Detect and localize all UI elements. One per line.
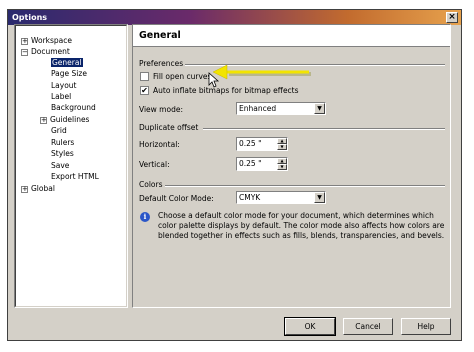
collapse-icon[interactable]: − xyxy=(21,48,28,56)
color-mode-select[interactable]: CMYK ▼ xyxy=(236,191,326,204)
duplicate-offset-heading: Duplicate offset xyxy=(139,123,199,132)
ok-button[interactable]: OK xyxy=(284,317,336,336)
preferences-heading: Preferences xyxy=(139,59,184,68)
view-mode-select[interactable]: Enhanced ▼ xyxy=(236,102,326,115)
spin-down-icon[interactable]: ▼ xyxy=(277,144,287,150)
view-mode-label: View mode: xyxy=(139,105,183,114)
tree-item-page-size[interactable]: Page Size xyxy=(51,68,87,79)
section-divider xyxy=(203,128,445,130)
vertical-label: Vertical: xyxy=(139,160,170,169)
tree-item-styles[interactable]: Styles xyxy=(51,148,74,159)
tree-item-layout[interactable]: Layout xyxy=(51,80,77,91)
colors-heading: Colors xyxy=(139,180,163,189)
tree-item-label[interactable]: Label xyxy=(51,91,71,102)
category-tree[interactable]: + Workspace − Document General Page Size L… xyxy=(14,24,128,308)
info-text: Choose a default color mode for your doc… xyxy=(158,211,445,240)
mouse-pointer-icon xyxy=(208,72,220,88)
horizontal-label: Horizontal: xyxy=(139,140,180,149)
vertical-spinbox[interactable]: 0.25 " ▲ ▼ xyxy=(236,157,288,171)
tree-item-background[interactable]: Background xyxy=(51,102,96,113)
chevron-down-icon[interactable]: ▼ xyxy=(314,103,325,114)
annotation-arrow-icon xyxy=(212,64,311,80)
panel-title: General xyxy=(133,25,450,47)
tree-item-save[interactable]: Save xyxy=(51,160,69,171)
tree-item-guidelines[interactable]: + Guidelines xyxy=(40,114,89,125)
expand-icon[interactable]: + xyxy=(21,185,28,193)
tree-item-workspace[interactable]: + Workspace xyxy=(21,35,72,46)
tree-item-document[interactable]: − Document xyxy=(21,46,70,57)
horizontal-spinbox[interactable]: 0.25 " ▲ ▼ xyxy=(236,137,288,151)
title-bar: Options × xyxy=(8,10,461,25)
tree-item-global[interactable]: + Global xyxy=(21,183,55,194)
window-title: Options xyxy=(12,13,48,22)
tree-item-export-html[interactable]: Export HTML xyxy=(51,171,99,182)
fill-open-curves-checkbox[interactable] xyxy=(140,72,149,81)
fill-open-curves-label[interactable]: Fill open curves xyxy=(153,72,211,81)
info-icon: i xyxy=(140,212,150,222)
chevron-down-icon[interactable]: ▼ xyxy=(314,192,325,203)
help-button[interactable]: Help xyxy=(401,318,451,335)
tree-item-general[interactable]: General xyxy=(51,57,83,68)
spin-down-icon[interactable]: ▼ xyxy=(277,164,287,170)
default-color-mode-label: Default Color Mode: xyxy=(139,194,214,203)
tree-item-rulers[interactable]: Rulers xyxy=(51,137,74,148)
auto-inflate-checkbox[interactable]: ✔ xyxy=(140,86,149,95)
section-divider xyxy=(165,185,445,187)
close-button[interactable]: × xyxy=(446,12,458,23)
tree-item-grid[interactable]: Grid xyxy=(51,125,67,136)
cancel-button[interactable]: Cancel xyxy=(343,318,393,335)
expand-icon[interactable]: + xyxy=(40,116,47,124)
expand-icon[interactable]: + xyxy=(21,37,28,45)
